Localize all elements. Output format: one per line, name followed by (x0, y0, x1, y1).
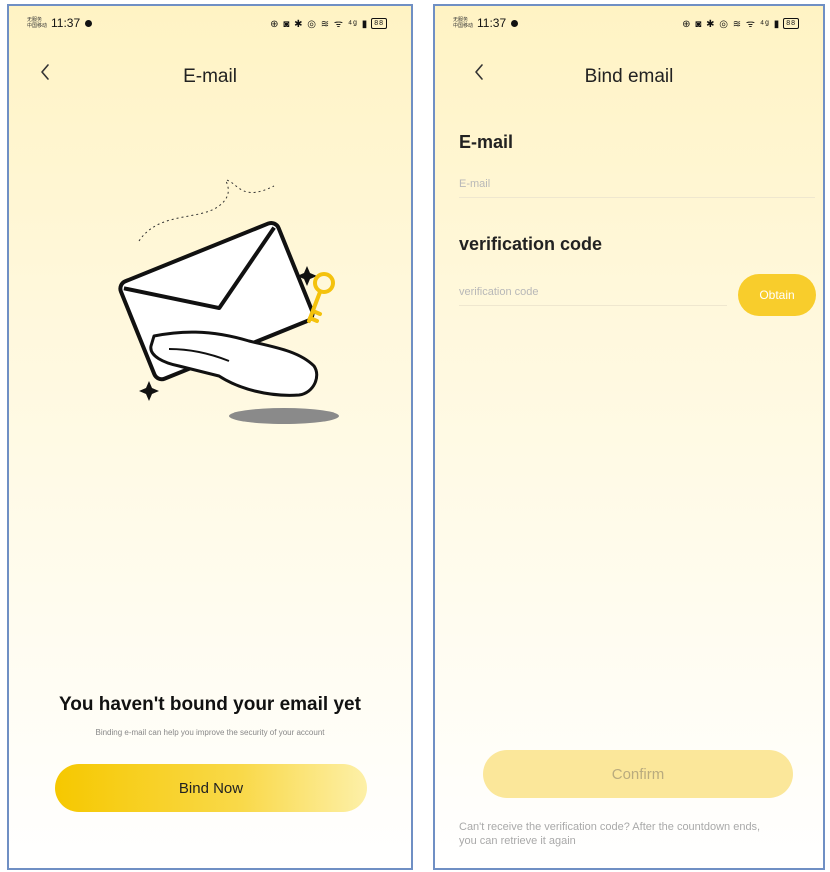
carrier-label: 无服务 中国移动 (27, 17, 47, 29)
email-label: E-mail (459, 132, 514, 152)
verification-code-field[interactable] (459, 278, 727, 306)
confirm-button[interactable]: Confirm (483, 750, 793, 798)
status-right: ⊕ ◙ ✱ ◎ ≋ ᯤ ⁴ᵍ ▮ 88 (270, 16, 387, 30)
empty-state-headline: You haven't bound your email yet (59, 694, 361, 715)
key-icon (307, 272, 335, 323)
nav-bar: Bind email (435, 58, 823, 98)
resend-hint: Can't receive the verification code? Aft… (459, 821, 761, 847)
status-left: 无服务 中国移动 11:37 (453, 16, 519, 30)
empty-state-description: Binding e-mail can help you improve the … (95, 728, 325, 737)
obtain-code-button[interactable]: Obtain (738, 274, 816, 316)
email-status-screen: 无服务 中国移动 11:37 ⊕ ◙ ✱ ◎ ≋ ᯤ ⁴ᵍ ▮ 88 E-mai… (7, 4, 413, 870)
status-bar: 无服务 中国移动 11:37 ⊕ ◙ ✱ ◎ ≋ ᯤ ⁴ᵍ ▮ 88 (9, 14, 411, 36)
status-time: 11:37 (477, 16, 507, 30)
email-field[interactable] (459, 170, 815, 198)
carrier-line-2: 中国移动 (453, 23, 474, 29)
battery-icon: 88 (783, 17, 799, 29)
envelope-in-hand-illustration (118, 179, 339, 424)
carrier-line-2: 中国移动 (27, 23, 48, 29)
status-icons: ⊕ ◙ ✱ ◎ ≋ ᯤ ⁴ᵍ ▮ (270, 19, 369, 30)
back-icon[interactable] (473, 62, 497, 86)
bind-email-screen: 无服务 中国移动 11:37 ⊕ ◙ ✱ ◎ ≋ ᯤ ⁴ᵍ ▮ 88 Bind … (433, 4, 825, 870)
status-left: 无服务 中国移动 11:37 (27, 16, 93, 30)
verification-code-label: verification code (459, 234, 603, 254)
bind-now-button[interactable]: Bind Now (55, 764, 367, 812)
message-icon (85, 19, 93, 27)
back-icon[interactable] (39, 62, 63, 86)
status-bar: 无服务 中国移动 11:37 ⊕ ◙ ✱ ◎ ≋ ᯤ ⁴ᵍ ▮ 88 (435, 14, 823, 36)
message-icon (511, 19, 519, 27)
status-right: ⊕ ◙ ✱ ◎ ≋ ᯤ ⁴ᵍ ▮ 88 (682, 16, 799, 30)
carrier-label: 无服务 中国移动 (453, 17, 473, 29)
chevron-left-icon (41, 64, 49, 80)
battery-icon: 88 (371, 17, 387, 29)
status-icons: ⊕ ◙ ✱ ◎ ≋ ᯤ ⁴ᵍ ▮ (682, 19, 781, 30)
page-title: E-mail (183, 66, 237, 87)
status-time: 11:37 (51, 16, 81, 30)
chevron-left-icon (475, 64, 483, 80)
nav-bar: E-mail (9, 58, 411, 98)
